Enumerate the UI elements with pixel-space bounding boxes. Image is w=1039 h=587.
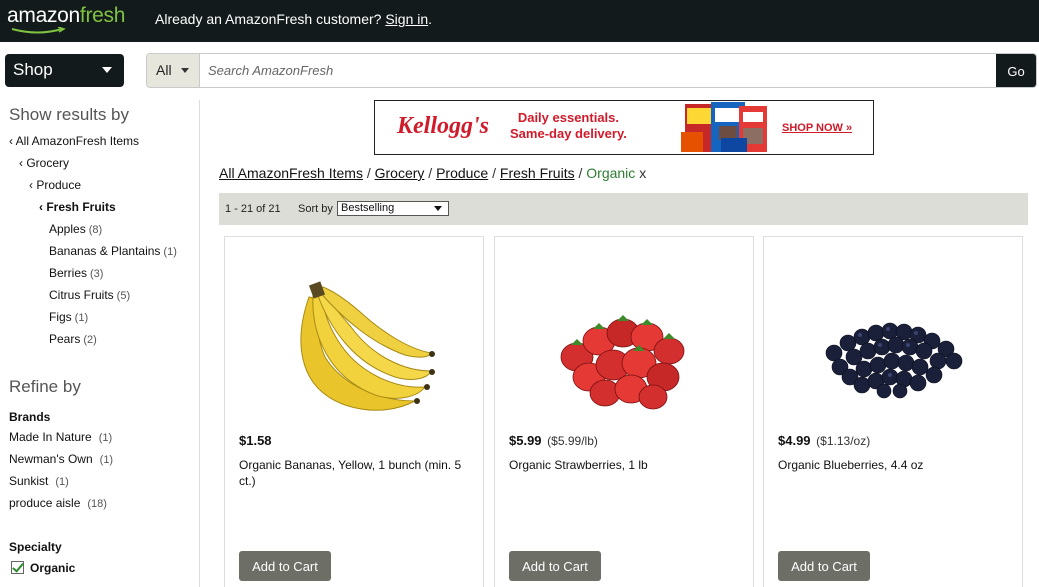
remove-filter-button[interactable]: x <box>639 165 646 181</box>
brand-made-in-nature[interactable]: Made In Nature (1) <box>9 430 112 444</box>
chevron-down-icon <box>434 206 442 211</box>
ad-shop-now-link[interactable]: SHOP NOW » <box>782 122 852 134</box>
sidebar: Show results by ‹ All AmazonFresh Items … <box>0 100 200 587</box>
subcategory-pears[interactable]: Pears (2) <box>49 332 97 346</box>
breadcrumb-produce[interactable]: Produce <box>436 165 488 181</box>
add-to-cart-button[interactable]: Add to Cart <box>509 551 601 581</box>
add-to-cart-button[interactable]: Add to Cart <box>778 551 870 581</box>
sign-in-link[interactable]: Sign in <box>385 11 428 27</box>
product-card[interactable]: $5.99 ($5.99/lb) Organic Strawberries, 1… <box>494 236 754 587</box>
search-go-button[interactable]: Go <box>996 54 1036 87</box>
product-name[interactable]: Organic Blueberries, 4.4 oz <box>778 457 1014 473</box>
nav-grocery[interactable]: ‹ Grocery <box>19 156 69 170</box>
amazonfresh-logo[interactable]: amazonfresh <box>7 4 125 28</box>
brands-label: Brands <box>9 410 51 424</box>
top-bar: amazonfresh Already an AmazonFresh custo… <box>0 0 1039 42</box>
search-category-select[interactable]: All <box>147 54 200 87</box>
shop-menu-button[interactable]: Shop <box>5 54 124 87</box>
kelloggs-logo: Kellogg's <box>397 113 490 139</box>
specialty-label: Specialty <box>9 540 62 554</box>
results-bar: 1 - 21 of 21 Sort by Bestselling <box>219 193 1028 225</box>
product-name[interactable]: Organic Strawberries, 1 lb <box>509 457 745 473</box>
search-bar: All Go <box>146 53 1037 88</box>
bananas-image[interactable] <box>225 277 483 427</box>
chevron-down-icon <box>181 68 189 73</box>
subcategory-figs[interactable]: Figs (1) <box>49 310 88 324</box>
breadcrumb-current-organic: Organic <box>586 165 636 181</box>
subcategory-citrus-fruits[interactable]: Citrus Fruits (5) <box>49 288 130 302</box>
product-card[interactable]: $1.58 Organic Bananas, Yellow, 1 bunch (… <box>224 236 484 587</box>
breadcrumb: All AmazonFresh Items / Grocery / Produc… <box>219 165 647 181</box>
organic-checkbox[interactable] <box>11 561 24 574</box>
blueberries-image[interactable] <box>764 277 1022 427</box>
strawberries-image[interactable] <box>495 277 753 427</box>
logo-smile-icon <box>11 27 66 34</box>
nav-fresh-fruits[interactable]: ‹ Fresh Fruits <box>39 200 116 214</box>
refine-by-heading: Refine by <box>9 377 81 396</box>
brand-newmans-own[interactable]: Newman's Own (1) <box>9 452 113 466</box>
search-row: Shop All Go <box>0 42 1039 100</box>
sort-label: Sort by <box>298 203 333 215</box>
cereal-boxes-image <box>681 102 767 152</box>
subcategory-berries[interactable]: Berries (3) <box>49 266 103 280</box>
breadcrumb-all-amazonfresh-items[interactable]: All AmazonFresh Items <box>219 165 363 181</box>
product-name[interactable]: Organic Bananas, Yellow, 1 bunch (min. 5… <box>239 457 475 489</box>
subcategory-apples[interactable]: Apples (8) <box>49 222 102 236</box>
results-count: 1 - 21 of 21 <box>225 203 281 215</box>
show-results-heading: Show results by <box>9 105 129 124</box>
kelloggs-ad-banner[interactable]: Kellogg's Daily essentials. Same-day del… <box>374 100 874 155</box>
nav-produce[interactable]: ‹ Produce <box>29 178 81 192</box>
product-card[interactable]: $4.99 ($1.13/oz) Organic Blueberries, 4.… <box>763 236 1023 587</box>
ad-tagline: Daily essentials. Same-day delivery. <box>510 110 627 141</box>
sign-in-message: Already an AmazonFresh customer? Sign in… <box>155 11 433 27</box>
add-to-cart-button[interactable]: Add to Cart <box>239 551 331 581</box>
chevron-down-icon <box>102 67 112 73</box>
product-price: $5.99 ($5.99/lb) <box>509 433 598 448</box>
brand-sunkist[interactable]: Sunkist (1) <box>9 474 69 488</box>
search-input[interactable] <box>201 54 997 87</box>
nav-all-amazonfresh-items[interactable]: ‹ All AmazonFresh Items <box>9 134 139 148</box>
subcategory-bananas-plantains[interactable]: Bananas & Plantains (1) <box>49 244 177 258</box>
brand-produce-aisle[interactable]: produce aisle (18) <box>9 496 107 510</box>
product-price: $1.58 <box>239 433 272 448</box>
sort-select[interactable]: Bestselling <box>337 201 449 216</box>
product-price: $4.99 ($1.13/oz) <box>778 433 871 448</box>
specialty-organic-filter[interactable]: Organic <box>11 561 75 575</box>
breadcrumb-grocery[interactable]: Grocery <box>375 165 425 181</box>
breadcrumb-fresh-fruits[interactable]: Fresh Fruits <box>500 165 575 181</box>
